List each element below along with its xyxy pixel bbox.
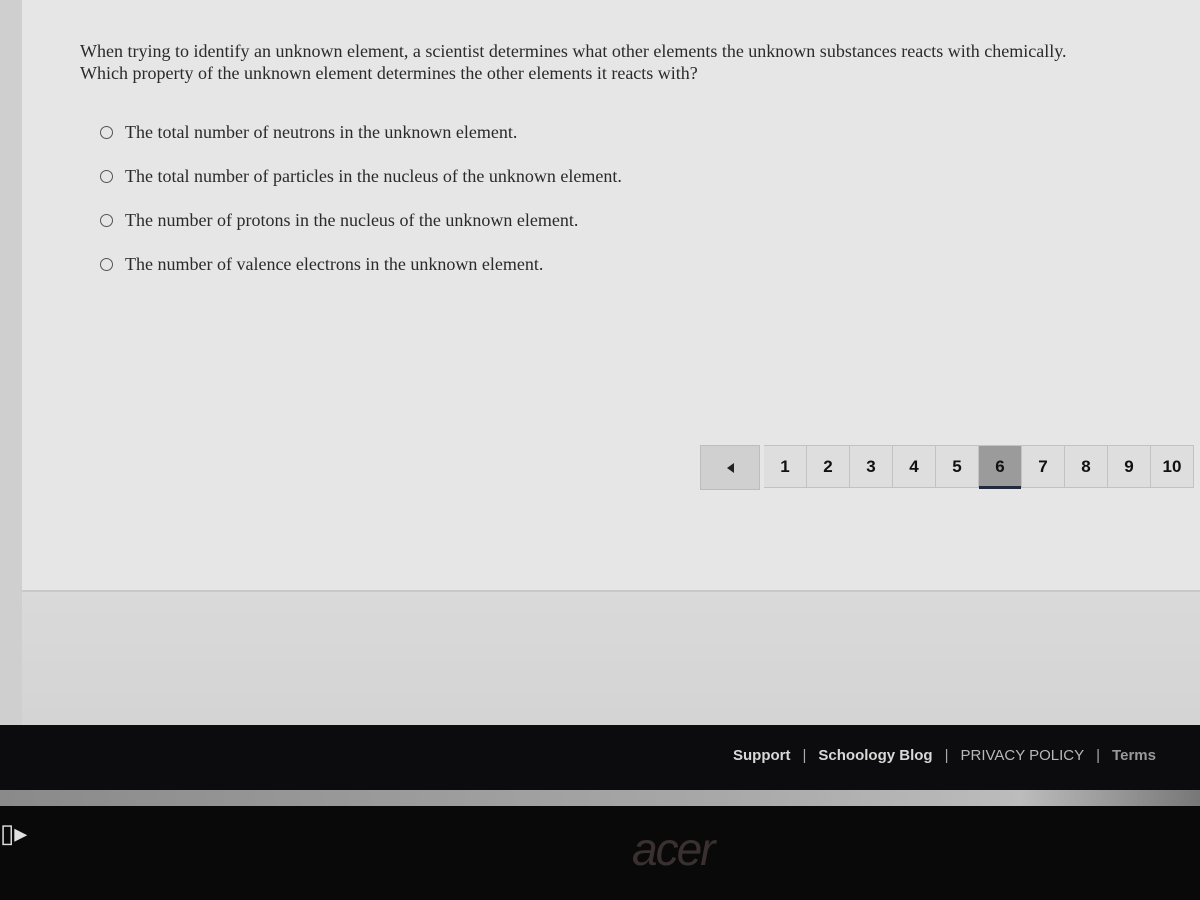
question-text: When trying to identify an unknown eleme… [80, 40, 1190, 84]
choice-2[interactable]: The total number of particles in the nuc… [100, 154, 622, 198]
acer-logo: acer [632, 823, 715, 875]
page-10-button[interactable]: 10 [1151, 445, 1194, 488]
support-link[interactable]: Support [733, 747, 791, 764]
radio-button[interactable] [100, 125, 113, 139]
answer-choices: The total number of neutrons in the unkn… [100, 110, 622, 286]
page-6-button-current[interactable]: 6 [979, 445, 1022, 489]
question-line-2: Which property of the unknown element de… [80, 63, 698, 83]
radio-button[interactable] [100, 169, 113, 183]
page-5-button[interactable]: 5 [936, 445, 979, 488]
choice-label: The total number of particles in the nuc… [125, 165, 622, 186]
page-4-button[interactable]: 4 [893, 445, 936, 488]
choice-label: The number of protons in the nucleus of … [125, 209, 579, 230]
radio-button[interactable] [100, 257, 113, 271]
privacy-policy-link[interactable]: PRIVACY POLICY [960, 747, 1084, 764]
page: When trying to identify an unknown eleme… [0, 0, 1200, 725]
monitor-bezel [0, 806, 1200, 900]
choice-label: The total number of neutrons in the unkn… [125, 121, 518, 142]
left-margin [0, 0, 22, 725]
previous-page-button[interactable] [700, 445, 760, 490]
page-9-button[interactable]: 9 [1108, 445, 1151, 488]
terms-link[interactable]: Terms [1112, 747, 1156, 764]
choice-4[interactable]: The number of valence electrons in the u… [100, 242, 622, 286]
question-panel [22, 0, 1200, 592]
separator: | [1096, 747, 1101, 764]
choice-3[interactable]: The number of protons in the nucleus of … [100, 198, 622, 242]
footer-links: Support | Schoology Blog | PRIVACY POLICY | Te… [733, 747, 1156, 764]
page-1-button[interactable]: 1 [764, 445, 807, 488]
footer: Support | Schoology Blog | PRIVACY POLICY | Te… [0, 725, 1200, 790]
question-pagination: 1 2 3 4 5 6 7 8 9 10 [700, 445, 1194, 490]
choice-label: The number of valence electrons in the u… [125, 253, 544, 274]
taskbar-icon: ▯▸ [0, 818, 28, 848]
triangle-left-icon [726, 462, 734, 473]
radio-button[interactable] [100, 213, 113, 227]
page-8-button[interactable]: 8 [1065, 445, 1108, 488]
question-line-1: When trying to identify an unknown eleme… [80, 41, 1067, 61]
choice-1[interactable]: The total number of neutrons in the unkn… [100, 110, 622, 154]
screen-bottom-edge [0, 790, 1200, 806]
page-7-button[interactable]: 7 [1022, 445, 1065, 488]
separator: | [944, 747, 949, 764]
page-3-button[interactable]: 3 [850, 445, 893, 488]
page-2-button[interactable]: 2 [807, 445, 850, 488]
separator: | [802, 747, 807, 764]
schoology-blog-link[interactable]: Schoology Blog [818, 747, 932, 764]
